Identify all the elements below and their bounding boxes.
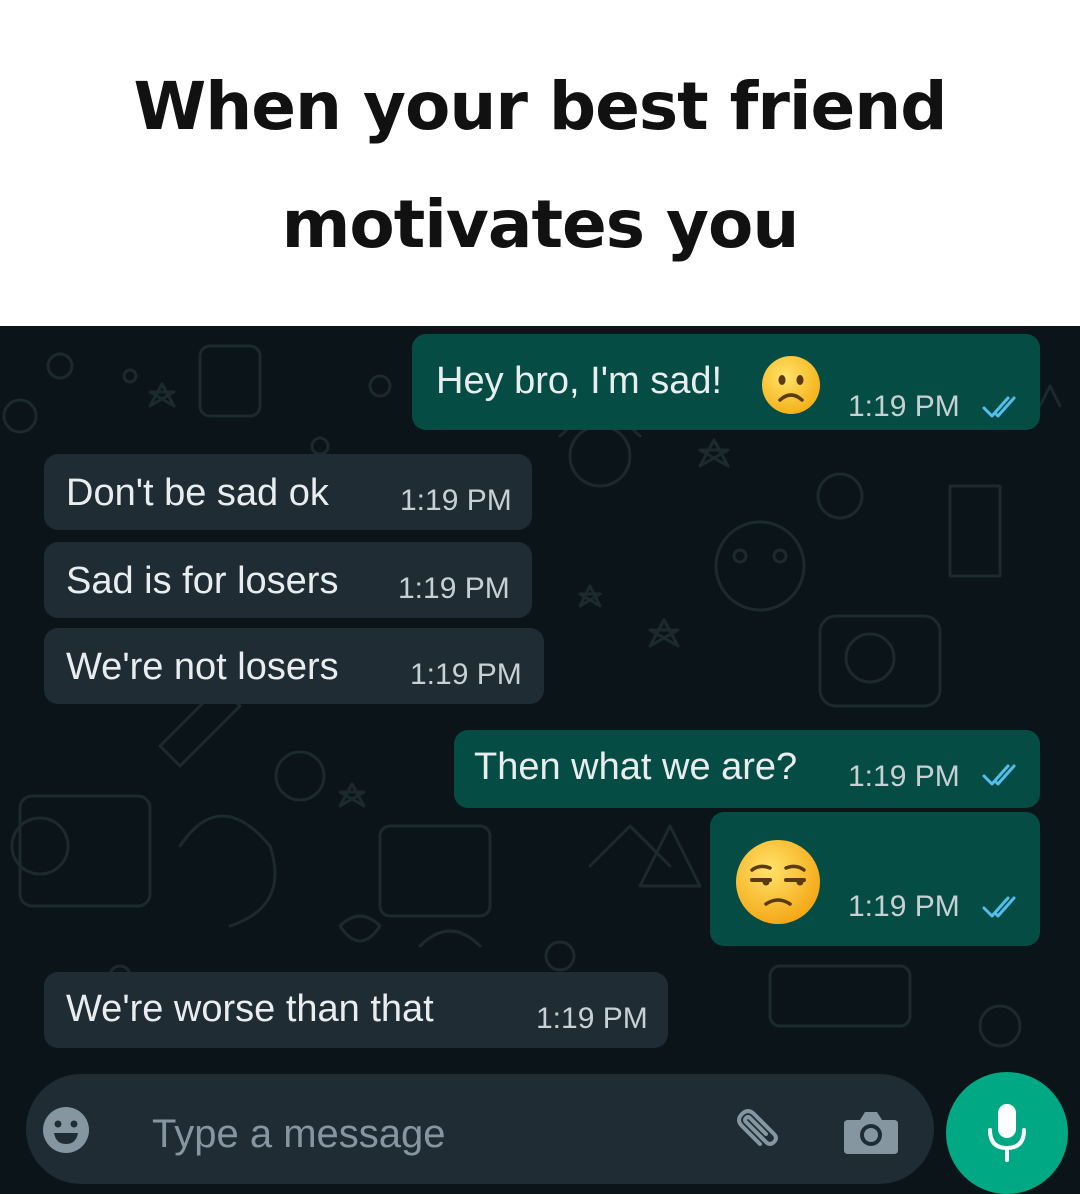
mic-button[interactable] [946, 1072, 1068, 1194]
message-time: 1:19 PM [848, 890, 960, 923]
message-text: Sad is for losers [66, 560, 339, 602]
double-check-icon [982, 396, 1016, 418]
message-input[interactable]: Type a message [152, 1112, 446, 1157]
message-time: 1:19 PM [536, 1002, 648, 1035]
emoji-icon[interactable] [40, 1104, 92, 1156]
message-time: 1:19 PM [400, 484, 512, 517]
incoming-message[interactable]: We're worse than that 1:19 PM [44, 972, 668, 1048]
message-text: Then what we are? [474, 746, 798, 788]
outgoing-message[interactable]: Hey bro, I'm sad! 1:19 PM [412, 334, 1040, 430]
outgoing-message[interactable]: Then what we are? 1:19 PM [454, 730, 1040, 808]
camera-icon[interactable] [842, 1106, 900, 1156]
message-text: Hey bro, I'm sad! [436, 360, 723, 402]
message-time: 1:19 PM [410, 658, 522, 691]
chat-screen: Hey bro, I'm sad! 1:19 PM Don't be sad o… [0, 326, 1080, 1194]
message-time: 1:19 PM [848, 390, 960, 423]
caption-line-2: motivates you [281, 186, 800, 263]
caption-line-1: When your best friend [133, 68, 947, 145]
mic-icon [988, 1104, 1026, 1162]
unamused-face-emoji-icon [736, 840, 820, 924]
attach-icon[interactable] [722, 1104, 780, 1162]
incoming-message[interactable]: Sad is for losers 1:19 PM [44, 542, 532, 618]
message-composer[interactable]: Type a message [26, 1074, 934, 1184]
double-check-icon [982, 764, 1016, 786]
meme-caption: When your best friend motivates you [0, 0, 1080, 326]
message-text: Don't be sad ok [66, 472, 329, 514]
double-check-icon [982, 896, 1016, 918]
frowning-face-emoji-icon [762, 356, 820, 414]
message-text: We're worse than that [66, 988, 434, 1030]
outgoing-message[interactable]: 1:19 PM [710, 812, 1040, 946]
incoming-message[interactable]: We're not losers 1:19 PM [44, 628, 544, 704]
message-text: We're not losers [66, 646, 339, 688]
incoming-message[interactable]: Don't be sad ok 1:19 PM [44, 454, 532, 530]
message-time: 1:19 PM [848, 760, 960, 793]
message-time: 1:19 PM [398, 572, 510, 605]
